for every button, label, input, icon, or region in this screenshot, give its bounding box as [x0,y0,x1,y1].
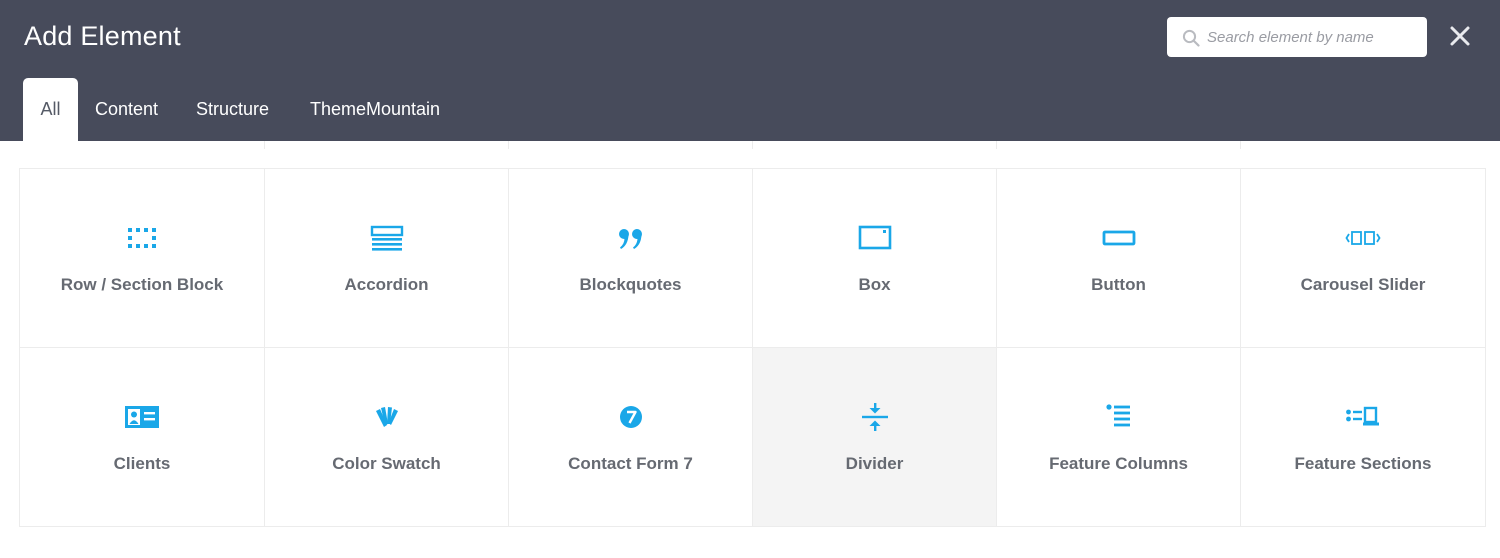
element-label: Carousel Slider [1300,275,1426,294]
contact-form-7-icon [619,406,642,428]
tab-thememountain[interactable]: ThemeMountain [310,78,440,141]
element-label: Button [1091,275,1146,294]
color-swatch-icon [375,407,398,427]
element-blockquotes[interactable]: Blockquotes [509,169,753,348]
element-box[interactable]: Box [753,169,997,348]
element-feature-sections[interactable]: Feature Sections [1241,348,1486,527]
element-label: Blockquotes [579,275,682,294]
element-button[interactable]: Button [997,169,1241,348]
search-icon [1182,29,1200,47]
element-contact-form-7[interactable]: Contact Form 7 [509,348,753,527]
element-label: Color Swatch [332,454,441,473]
feature-columns-icon [1105,404,1130,427]
quote-icon [618,229,642,249]
close-icon[interactable] [1446,22,1474,50]
search-input[interactable] [1207,17,1419,57]
element-feature-columns[interactable]: Feature Columns [997,348,1241,527]
element-label: Divider [845,454,904,473]
modal-title: Add Element [24,21,181,51]
tab-structure[interactable]: Structure [196,78,269,141]
clients-card-icon [125,406,159,428]
search-box[interactable] [1167,17,1427,57]
tab-content[interactable]: Content [95,78,158,141]
accordion-icon [370,225,403,251]
element-label: Box [858,275,891,294]
carousel-icon [1345,231,1381,245]
element-carousel-slider[interactable]: Carousel Slider [1241,169,1486,348]
element-clients[interactable]: Clients [20,348,265,527]
element-divider[interactable]: Divider [753,348,997,527]
element-label: Accordion [344,275,429,294]
scrolled-row-edge [20,141,1486,149]
element-label: Feature Sections [1294,454,1432,473]
modal-header: Add Element All Content Structure ThemeM… [0,0,1500,141]
element-color-swatch[interactable]: Color Swatch [265,348,509,527]
divider-icon [861,403,888,431]
row-grid-icon [128,228,156,248]
box-icon [858,225,891,250]
element-accordion[interactable]: Accordion [265,169,509,348]
element-row-section-block[interactable]: Row / Section Block [20,169,265,348]
element-label: Clients [113,454,171,473]
button-icon [1102,230,1135,246]
element-grid: Row / Section Block Accordion Blockquote… [19,168,1486,527]
feature-sections-icon [1346,406,1379,426]
element-label: Feature Columns [1049,454,1188,473]
tab-all[interactable]: All [23,78,78,141]
element-label: Row / Section Block [60,275,224,294]
element-label: Contact Form 7 [568,454,693,473]
